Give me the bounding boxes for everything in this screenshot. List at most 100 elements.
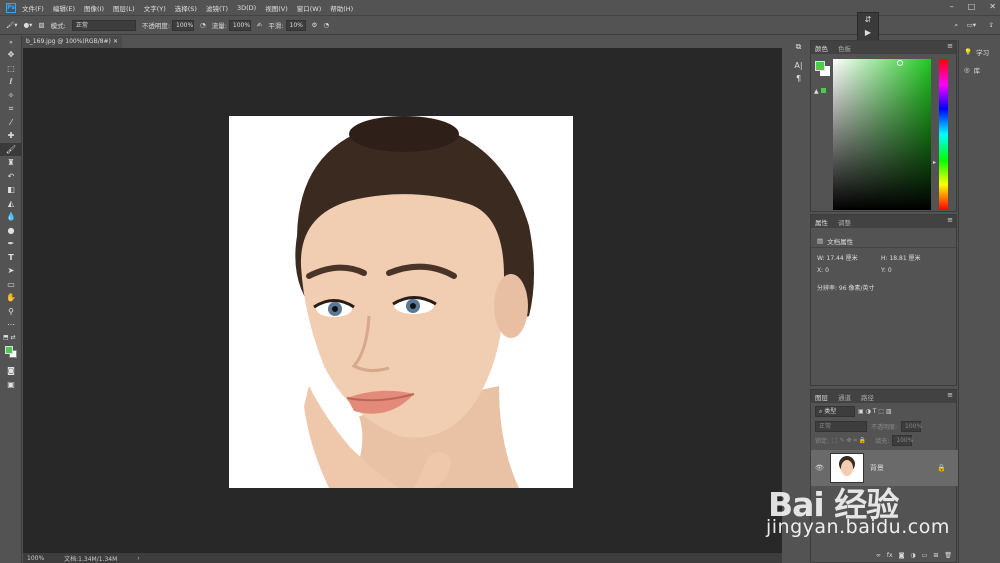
tab-layers[interactable]: 图层 bbox=[815, 392, 828, 402]
menu-help[interactable]: 帮助(H) bbox=[330, 3, 353, 13]
quick-mask-icon[interactable]: ◙ bbox=[0, 364, 22, 378]
dodge-tool-icon[interactable]: ● bbox=[0, 224, 22, 238]
layer-mask-icon[interactable]: ◙ bbox=[899, 552, 905, 562]
menu-image[interactable]: 图像(I) bbox=[84, 3, 104, 13]
delete-layer-icon[interactable]: 🗑 bbox=[944, 552, 952, 562]
path-selection-tool-icon[interactable]: ➤ bbox=[0, 264, 22, 278]
learn-panel-button[interactable]: 💡 学习 bbox=[959, 43, 1000, 61]
x-value[interactable]: 0 bbox=[825, 267, 829, 274]
brush-panel-toggle-icon[interactable]: ▧ bbox=[38, 21, 44, 29]
libraries-panel-button[interactable]: ◎ 库 bbox=[959, 61, 1000, 79]
menu-3d[interactable]: 3D(D) bbox=[237, 4, 256, 12]
zoom-level[interactable]: 100% bbox=[27, 555, 44, 562]
layer-opacity-input[interactable]: 100% bbox=[901, 421, 922, 432]
color-field[interactable] bbox=[833, 59, 931, 210]
zoom-tool-icon[interactable]: ⚲ bbox=[0, 305, 22, 319]
blur-tool-icon[interactable]: 💧 bbox=[0, 210, 22, 224]
hand-tool-icon[interactable]: ✋ bbox=[0, 291, 22, 305]
history-panel-icon[interactable]: ⧉ bbox=[789, 40, 808, 53]
move-tool-icon[interactable]: ✥ bbox=[0, 48, 22, 62]
smoothing-input[interactable]: 10% bbox=[285, 19, 306, 31]
opacity-input[interactable]: 100% bbox=[172, 19, 195, 31]
mode-select[interactable]: 正常 bbox=[71, 19, 136, 31]
play-icon[interactable]: ▶ bbox=[858, 26, 878, 39]
close-tab-icon[interactable]: ✕ bbox=[113, 38, 118, 46]
paint-bucket-tool-icon[interactable]: ◭ bbox=[0, 197, 22, 211]
healing-brush-tool-icon[interactable]: ✚ bbox=[0, 129, 22, 143]
clone-stamp-tool-icon[interactable]: ♜ bbox=[0, 156, 22, 170]
document-tab[interactable]: b_169.jpg @ 100%(RGB/8#) ✕ bbox=[22, 36, 122, 48]
adjustment-layer-icon[interactable]: ◑ bbox=[910, 552, 915, 562]
gamut-warning-icon[interactable]: ▲ bbox=[814, 88, 826, 95]
panel-menu-icon[interactable]: ≡ bbox=[947, 216, 953, 224]
crop-tool-icon[interactable]: ⌗ bbox=[0, 102, 22, 116]
rectangle-tool-icon[interactable]: ▭ bbox=[0, 278, 22, 292]
eyedropper-tool-icon[interactable]: ⁄ bbox=[0, 116, 22, 130]
tab-adjustments[interactable]: 调整 bbox=[838, 217, 851, 227]
color-panel-foreground-swatch[interactable] bbox=[815, 61, 825, 71]
menu-select[interactable]: 选择(S) bbox=[175, 3, 197, 13]
tools-panel: » ✥ ⬚ ℓ ✧ ⌗ ⁄ ✚ 🖌 ♜ ↶ ◧ ◭ 💧 ● ✒ T ➤ ▭ ✋ … bbox=[0, 36, 22, 563]
menu-window[interactable]: 窗口(W) bbox=[297, 3, 322, 13]
y-value[interactable]: 0 bbox=[888, 267, 892, 274]
screen-mode-icon[interactable]: ▣ bbox=[0, 378, 22, 392]
character-panel-icon[interactable]: A| bbox=[789, 59, 808, 72]
airbrush-icon[interactable]: ✍ bbox=[257, 21, 262, 29]
visibility-eye-icon[interactable]: 👁 bbox=[815, 464, 824, 472]
layer-name[interactable]: 背景 bbox=[870, 463, 884, 473]
new-group-icon[interactable]: ▭ bbox=[922, 552, 928, 562]
smoothing-settings-gear-icon[interactable]: ⚙ bbox=[312, 21, 318, 29]
tab-channels[interactable]: 通道 bbox=[838, 392, 851, 402]
flow-input[interactable]: 100% bbox=[228, 19, 251, 31]
foreground-color-swatch[interactable] bbox=[5, 346, 13, 354]
tab-swatches[interactable]: 色板 bbox=[838, 43, 851, 53]
type-tool-icon[interactable]: T bbox=[0, 251, 22, 265]
menu-file[interactable]: 文件(F) bbox=[22, 3, 44, 13]
lock-icons[interactable]: ⬚ ✎ ✥ ⌗ 🔒 bbox=[832, 437, 866, 445]
search-icon[interactable]: ⌕ bbox=[954, 21, 958, 30]
edit-toolbar-icon[interactable]: ⋯ bbox=[0, 318, 22, 332]
marquee-tool-icon[interactable]: ⬚ bbox=[0, 62, 22, 76]
layer-filter-select[interactable]: ⌕ 类型 bbox=[815, 406, 855, 417]
hue-slider[interactable] bbox=[939, 59, 948, 210]
panel-menu-icon[interactable]: ≡ bbox=[947, 391, 953, 399]
menu-layer[interactable]: 图层(L) bbox=[113, 3, 135, 13]
history-brush-tool-icon[interactable]: ↶ bbox=[0, 170, 22, 184]
filter-type-icons[interactable]: ▣ ◑ T ⬚ ▥ bbox=[858, 408, 892, 415]
fill-input[interactable]: 100% bbox=[892, 435, 913, 446]
pen-tool-icon[interactable]: ✒ bbox=[0, 237, 22, 251]
brush-tool-preset-icon[interactable]: 🖌▾ bbox=[6, 21, 18, 29]
height-value[interactable]: 18.81 厘米 bbox=[889, 255, 920, 262]
close-icon[interactable]: ✕ bbox=[989, 2, 996, 11]
tab-paths[interactable]: 路径 bbox=[861, 392, 874, 402]
share-icon[interactable]: ⇪ bbox=[989, 21, 994, 29]
menu-filter[interactable]: 滤镜(T) bbox=[206, 3, 228, 13]
tab-properties[interactable]: 属性 bbox=[815, 217, 828, 227]
paragraph-panel-icon[interactable]: ¶ bbox=[789, 72, 808, 85]
eraser-tool-icon[interactable]: ◧ bbox=[0, 183, 22, 197]
menu-edit[interactable]: 编辑(E) bbox=[53, 3, 75, 13]
minimize-icon[interactable]: – bbox=[950, 2, 954, 11]
status-menu-arrow-icon[interactable]: › bbox=[137, 555, 139, 562]
maximize-icon[interactable]: □ bbox=[968, 2, 976, 11]
lasso-tool-icon[interactable]: ℓ bbox=[0, 75, 22, 89]
new-layer-icon[interactable]: ⊞ bbox=[933, 552, 938, 562]
brush-tool-icon[interactable]: 🖌 bbox=[0, 142, 22, 156]
layer-style-icon[interactable]: fx bbox=[887, 552, 893, 562]
menu-type[interactable]: 文字(Y) bbox=[144, 3, 166, 13]
default-colors-icon[interactable]: ⬒ ⇄ bbox=[0, 332, 22, 344]
brush-size-picker[interactable]: ●▾ bbox=[24, 21, 33, 29]
tab-color[interactable]: 颜色 bbox=[815, 43, 828, 53]
pressure-opacity-icon[interactable]: ◔ bbox=[200, 21, 206, 29]
link-layers-icon[interactable]: ∞ bbox=[876, 552, 881, 562]
layer-blend-mode-select[interactable]: 正常 bbox=[815, 421, 867, 432]
magic-wand-tool-icon[interactable]: ✧ bbox=[0, 89, 22, 103]
width-value[interactable]: 17.44 厘米 bbox=[827, 255, 858, 262]
workspace-icon[interactable]: ▭▾ bbox=[967, 21, 976, 29]
actions-icon[interactable]: ⇵ bbox=[858, 13, 878, 26]
panel-menu-icon[interactable]: ≡ bbox=[947, 42, 953, 50]
portrait-photo[interactable] bbox=[229, 116, 573, 488]
menu-view[interactable]: 视图(V) bbox=[265, 3, 288, 13]
toolbar-collapse-icon[interactable]: » bbox=[0, 36, 22, 48]
pressure-size-icon[interactable]: ◔ bbox=[323, 21, 329, 29]
